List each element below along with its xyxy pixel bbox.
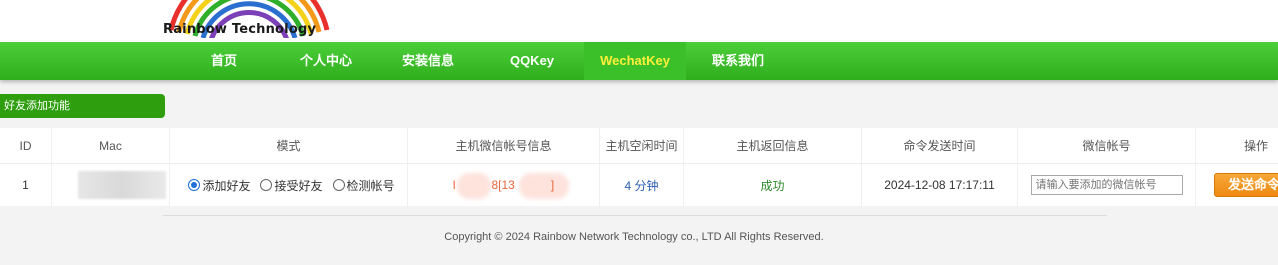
mode-add-friend-radio[interactable]: 添加好友: [188, 177, 250, 194]
redaction-blob: [456, 173, 491, 199]
col-header-return-info: 主机返回信息: [684, 128, 862, 163]
main-nav: 首页 个人中心 安装信息 QQKey WechatKey 联系我们: [0, 42, 1278, 80]
nav-install-info[interactable]: 安装信息: [390, 42, 466, 80]
status-success: 成功: [760, 178, 785, 193]
col-header-send-time: 命令发送时间: [862, 128, 1018, 163]
table-row: 1 添加好友 接受好友 检测帐号 l 8[13] 4 分钟 成功 2024-1…: [0, 164, 1278, 206]
footer-copyright: Copyright © 2024 Rainbow Network Technol…: [444, 231, 824, 243]
command-table: ID Mac 模式 主机微信帐号信息 主机空闲时间 主机返回信息 命令发送时间 …: [0, 128, 1278, 206]
table-header-row: ID Mac 模式 主机微信帐号信息 主机空闲时间 主机返回信息 命令发送时间 …: [0, 128, 1278, 164]
col-header-idle-time: 主机空闲时间: [600, 128, 684, 163]
wechat-account-input[interactable]: [1030, 175, 1183, 195]
mode-check-account-radio[interactable]: 检测帐号: [332, 177, 395, 194]
idle-time-value: 4 分钟: [624, 178, 659, 193]
send-command-button[interactable]: 发送命令: [1214, 173, 1278, 197]
row-action: 发送命令: [1196, 164, 1278, 206]
row-mac: [52, 164, 170, 206]
mode-accept-friend-radio[interactable]: 接受好友: [260, 177, 323, 194]
col-header-mode: 模式: [170, 128, 408, 163]
row-return-info: 成功: [684, 164, 862, 206]
nav-contact[interactable]: 联系我们: [700, 42, 776, 80]
row-host-info: l 8[13]: [408, 164, 600, 206]
nav-qqkey[interactable]: QQKey: [496, 42, 568, 80]
footer-divider: [163, 215, 1107, 216]
col-header-action: 操作: [1244, 139, 1269, 153]
col-header-wechat-account: 微信帐号: [1018, 128, 1196, 163]
radio-unchecked-icon[interactable]: [332, 179, 345, 191]
header-strip: Rainbow Technology: [0, 0, 1278, 42]
mode-accept-friend-label: 接受好友: [274, 178, 323, 193]
brand-logo[interactable]: Rainbow Technology: [163, 0, 333, 40]
radio-checked-icon[interactable]: [188, 179, 201, 191]
section-title: 好友添加功能: [0, 94, 165, 118]
host-account-info: l 8[13]: [452, 173, 569, 199]
redaction-blob: [518, 173, 569, 199]
col-header-mac: Mac: [52, 128, 170, 163]
mode-radio-group: 添加好友 接受好友 检测帐号: [188, 177, 395, 194]
host-info-suffix: ]: [550, 178, 555, 192]
col-header-host-info: 主机微信帐号信息: [408, 128, 600, 163]
row-id: 1: [0, 164, 52, 206]
col-header-id: ID: [0, 128, 52, 163]
host-info-mid: 8[13: [491, 178, 515, 192]
row-mode: 添加好友 接受好友 检测帐号: [170, 164, 408, 206]
row-idle-time: 4 分钟: [600, 164, 684, 206]
nav-home[interactable]: 首页: [198, 42, 250, 80]
row-wechat-account: [1018, 164, 1196, 206]
mode-add-friend-label: 添加好友: [202, 178, 251, 193]
host-info-prefix: l: [452, 178, 456, 192]
mode-check-account-label: 检测帐号: [346, 178, 395, 193]
row-send-time: 2024-12-08 17:17:11: [862, 164, 1018, 206]
mac-redacted: [77, 171, 166, 199]
radio-unchecked-icon[interactable]: [260, 179, 273, 191]
nav-profile[interactable]: 个人中心: [288, 42, 364, 80]
nav-wechatkey[interactable]: WechatKey: [584, 42, 686, 80]
brand-name: Rainbow Technology: [163, 22, 317, 37]
